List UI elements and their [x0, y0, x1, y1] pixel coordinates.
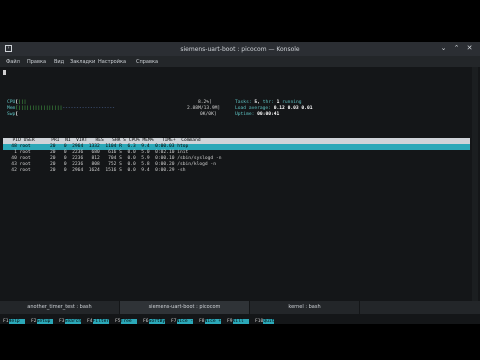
table-row[interactable]: 42 root 20 0 2964 1624 1516 S 0.0 9.4 0:… — [3, 168, 185, 174]
menu-bar: Файл Правка Вид Закладки Настройка Справ… — [0, 56, 480, 67]
menu-file[interactable]: Файл — [6, 59, 20, 65]
terminal-scrollbar[interactable] — [472, 67, 478, 311]
menu-view[interactable]: Вид — [54, 59, 64, 65]
minimize-icon[interactable]: ⌄ — [440, 45, 447, 52]
title-bar[interactable]: › siemens-uart-boot : picocom — Konsole … — [0, 42, 480, 56]
fkey-kill[interactable]: F9Kill — [227, 319, 250, 325]
tab-kernel[interactable]: kernel : bash — [250, 301, 360, 314]
function-key-bar: F1Help F2Setup F3Search F4Filter F5Tree … — [3, 319, 470, 325]
tab-another-timer-test[interactable]: another_timer_test : bash — [0, 301, 120, 314]
tab-bar: another_timer_test : bash siemens-uart-b… — [0, 301, 480, 314]
swp-meter: Swp[ — [7, 112, 19, 117]
menu-edit[interactable]: Правка — [27, 59, 46, 65]
tab-siemens-uart-boot[interactable]: siemens-uart-boot : picocom — [120, 301, 250, 314]
fkey-nice-plus[interactable]: F8Nice + — [199, 319, 222, 325]
fkey-help[interactable]: F1Help — [3, 319, 26, 325]
fkey-tree[interactable]: F5Tree — [115, 319, 138, 325]
fkey-quit[interactable]: F10Quit — [255, 319, 275, 325]
swp-value: 0K/0K] — [200, 112, 217, 117]
fkey-nice-minus[interactable]: F7Nice - — [171, 319, 194, 325]
fkey-setup[interactable]: F2Setup — [31, 319, 54, 325]
menu-help[interactable]: Справка — [136, 59, 158, 65]
mem-meter: Mem[||||||||||||||||------------------- — [7, 106, 115, 111]
uptime: Uptime: 00:00:41 — [235, 112, 280, 117]
fkey-sortby[interactable]: F6SortBy — [143, 319, 166, 325]
fkey-filter[interactable]: F4Filter — [87, 319, 110, 325]
menu-bookmarks[interactable]: Закладки — [70, 59, 95, 65]
fkey-search[interactable]: F3Search — [59, 319, 82, 325]
menu-settings[interactable]: Настройка — [98, 59, 126, 65]
close-icon[interactable]: ✕ — [466, 45, 473, 52]
window-title: siemens-uart-boot : picocom — Konsole — [180, 46, 300, 53]
konsole-window: › siemens-uart-boot : picocom — Konsole … — [0, 42, 480, 324]
maximize-icon[interactable]: ⌃ — [453, 45, 460, 52]
terminal-cursor — [3, 70, 6, 75]
terminal-area[interactable]: CPU[||| 8.2%] Mem[||||||||||||||||------… — [0, 67, 480, 324]
